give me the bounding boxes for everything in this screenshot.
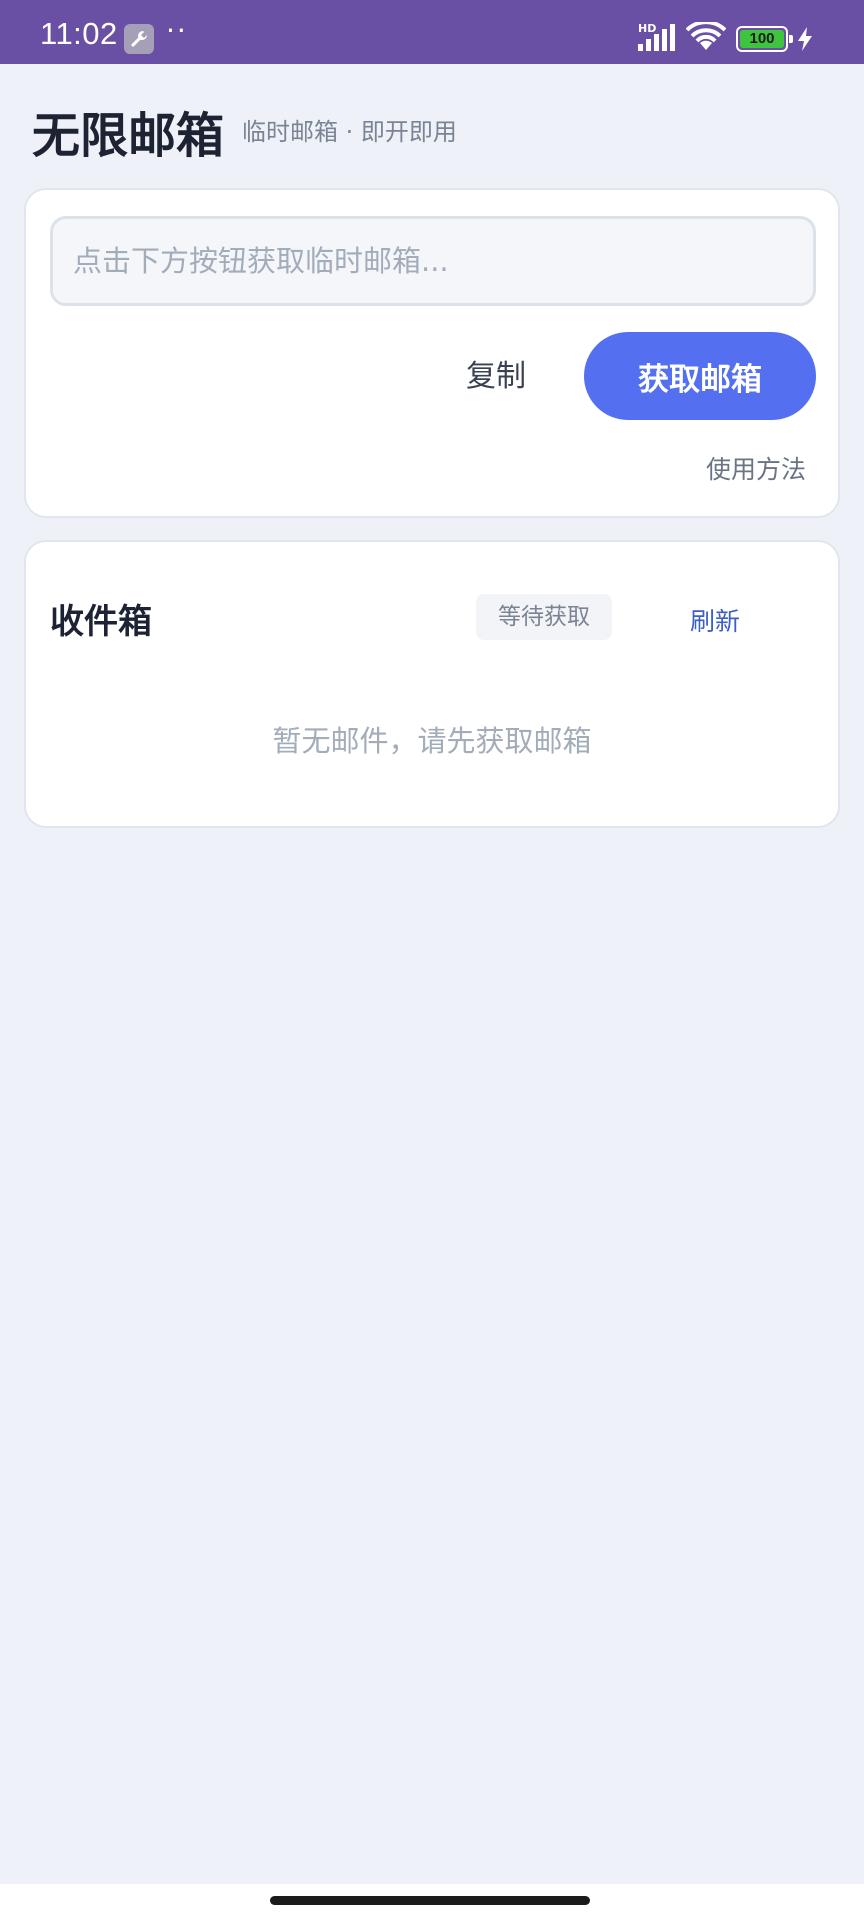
inbox-card: 收件箱 等待获取 刷新 暂无邮件，请先获取邮箱: [24, 540, 840, 828]
navigation-bar: [0, 1884, 864, 1920]
get-email-button[interactable]: 获取邮箱: [584, 332, 816, 420]
usage-help-link[interactable]: 使用方法: [706, 450, 806, 486]
page-subtitle: 临时邮箱 · 即开即用: [242, 118, 457, 146]
status-badge: 等待获取: [476, 594, 612, 640]
copy-button[interactable]: 复制: [426, 330, 566, 416]
email-address-field[interactable]: [50, 216, 816, 306]
empty-inbox-message: 暂无邮件，请先获取邮箱: [272, 724, 592, 758]
page-title: 无限邮箱: [32, 108, 225, 164]
battery-icon: 100: [736, 26, 793, 52]
refresh-button[interactable]: 刷新: [690, 602, 740, 638]
wrench-icon: [124, 24, 154, 54]
email-card: 复制 获取邮箱 使用方法: [24, 188, 840, 518]
signal-icon: [638, 24, 675, 51]
home-indicator[interactable]: [270, 1896, 590, 1905]
charging-bolt-icon: [798, 27, 812, 51]
status-bar: 11:02 ·· HD 100: [0, 0, 864, 64]
inbox-title: 收件箱: [50, 602, 152, 642]
wifi-icon: [686, 22, 726, 50]
battery-level: 100: [740, 30, 784, 48]
notification-dots: ··: [166, 14, 188, 47]
status-time: 11:02: [40, 16, 118, 51]
